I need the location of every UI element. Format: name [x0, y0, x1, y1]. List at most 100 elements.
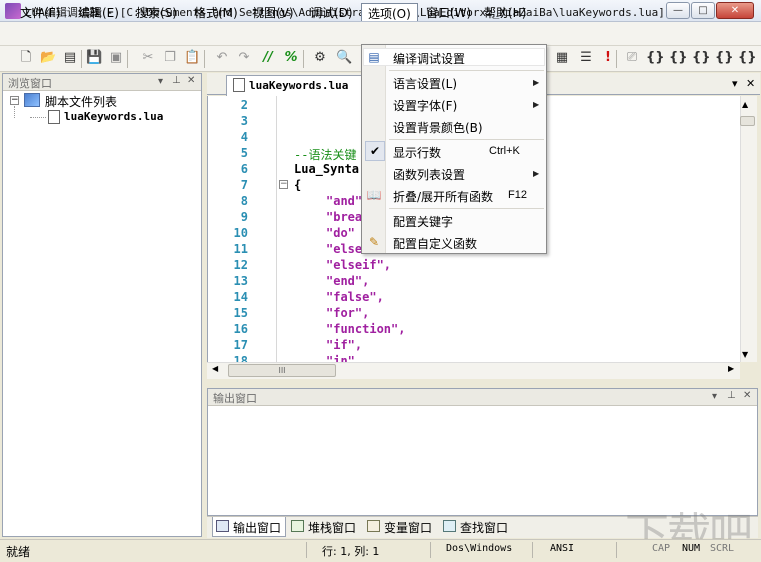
scroll-up-icon[interactable]: ▲: [742, 100, 748, 109]
menu-edit[interactable]: 编辑(E): [72, 3, 125, 21]
menu-background-color[interactable]: 设置背景颜色(B): [393, 119, 483, 136]
line-number: 3: [240, 114, 248, 128]
menu-configure-keywords[interactable]: 配置关键字: [393, 213, 453, 230]
menu-help[interactable]: 帮助(H): [478, 3, 532, 21]
scroll-right-icon[interactable]: ▶: [728, 364, 734, 373]
minimize-button[interactable]: —: [666, 2, 690, 19]
tree-collapse-icon[interactable]: −: [10, 96, 19, 105]
status-separator: [306, 542, 307, 558]
output-menu-icon[interactable]: ▾: [712, 391, 717, 402]
uncomment-icon[interactable]: %: [283, 50, 299, 66]
comment-icon[interactable]: //: [260, 50, 276, 66]
tab-close-icon[interactable]: ✕: [746, 77, 755, 90]
step-out-icon[interactable]: {}: [692, 50, 711, 66]
fold-icon[interactable]: ⎚: [624, 50, 640, 66]
menu-window[interactable]: 窗口(W): [420, 3, 477, 21]
cut-icon[interactable]: ✂: [140, 50, 156, 66]
menu-search[interactable]: 搜索(S): [130, 3, 183, 21]
browse-panel: 浏览窗口: [2, 73, 202, 537]
editor-tab[interactable]: luaKeywords.lua: [226, 75, 364, 96]
script-list-icon: [24, 93, 40, 107]
menu-view[interactable]: 视图(V): [246, 3, 300, 21]
submenu-arrow-icon: ▶: [533, 100, 540, 109]
step-into-icon[interactable]: {}: [646, 50, 665, 66]
code-string: "do": [326, 226, 355, 240]
pin-icon[interactable]: ⊥: [172, 75, 181, 86]
vertical-scrollbar[interactable]: [740, 96, 757, 362]
find-icon[interactable]: 🔍: [336, 50, 352, 66]
panel-close-icon[interactable]: ✕: [187, 75, 195, 86]
panel-menu-icon[interactable]: ▾: [158, 76, 163, 87]
line-number: 12: [233, 258, 248, 272]
save-all-icon[interactable]: ▣: [108, 50, 124, 66]
menu-fold-expand-all[interactable]: 折叠/展开所有函数: [393, 188, 493, 205]
menu-language-settings[interactable]: 语言设置(L): [393, 75, 457, 92]
fold-toggle-icon[interactable]: −: [279, 180, 288, 189]
copy-icon[interactable]: ❐: [162, 50, 178, 66]
status-encoding: ANSI: [550, 543, 575, 554]
menu-function-list-settings[interactable]: 函数列表设置: [393, 166, 465, 183]
shortcut-ctrl-k: Ctrl+K: [489, 145, 520, 157]
tree-root-label[interactable]: 脚本文件列表: [45, 93, 117, 110]
status-position: 行: 1, 列: 1: [322, 545, 380, 558]
status-bar: [0, 539, 761, 561]
pin-icon[interactable]: ⊥: [727, 390, 736, 401]
output-window-icon: [216, 520, 229, 532]
output-close-icon[interactable]: ✕: [743, 390, 751, 401]
undo-icon[interactable]: ↶: [214, 50, 230, 66]
code-string: "brea: [326, 210, 363, 224]
open-folder-icon[interactable]: 📂: [40, 50, 56, 66]
menu-show-line-numbers[interactable]: 显示行数: [393, 144, 441, 161]
new-file-icon[interactable]: 🗋: [18, 50, 34, 66]
scroll-down-icon[interactable]: ▼: [742, 350, 748, 359]
lua-file-icon: [233, 78, 245, 92]
maximize-button[interactable]: □: [691, 2, 715, 19]
scroll-left-icon[interactable]: ◀: [212, 364, 218, 373]
menu-debug[interactable]: 调试(D): [304, 3, 359, 21]
tree-file-item[interactable]: luaKeywords.lua: [64, 110, 163, 123]
menu-options[interactable]: 选项(O): [361, 3, 418, 21]
checkmark-icon: ✔: [369, 144, 381, 158]
line-number: 17: [233, 338, 248, 352]
breakpoint-icon[interactable]: !: [600, 50, 616, 66]
line-number: 8: [240, 194, 248, 208]
menu-configure-custom-functions[interactable]: 配置自定义函数: [393, 235, 477, 252]
submenu-arrow-icon: ▶: [533, 78, 540, 87]
tree-line: [14, 106, 15, 118]
variable-window-icon: [367, 520, 380, 532]
horizontal-scroll-thumb[interactable]: III: [228, 364, 336, 377]
code-identifier: Lua_Synta: [294, 162, 360, 176]
menu-separator: [389, 139, 544, 140]
line-number: 16: [233, 322, 248, 336]
redo-icon[interactable]: ↷: [236, 50, 252, 66]
menu-compile-debug-settings[interactable]: 编译调试设置: [393, 50, 465, 67]
debug-icon[interactable]: ⚙: [312, 50, 328, 66]
custom-function-icon: ✎: [368, 235, 380, 249]
step-icon[interactable]: ☰: [578, 50, 594, 66]
toggle-block-icon[interactable]: {}: [738, 50, 757, 66]
vertical-scroll-thumb[interactable]: [740, 116, 755, 126]
save-icon[interactable]: 💾: [86, 50, 102, 66]
paste-icon[interactable]: 📋: [184, 50, 200, 66]
toolbar-separator: [127, 50, 128, 68]
code-string: "if",: [326, 338, 363, 352]
function-list-icon[interactable]: {}: [715, 50, 734, 66]
output-panel-title: 输出窗口: [208, 389, 757, 406]
menu-separator: [389, 208, 544, 209]
status-scroll-lock: SCRL: [710, 543, 735, 554]
line-number: 9: [240, 210, 248, 224]
status-separator: [532, 542, 533, 558]
menu-font-settings[interactable]: 设置字体(F): [393, 97, 457, 114]
close-button[interactable]: ✕: [716, 2, 754, 19]
code-string: "elseif",: [326, 258, 392, 272]
line-number-gutter: 2 3 4 5 6 7 8 9 10 11 12 13 14 15 16 17 …: [208, 96, 254, 362]
tab-list-icon[interactable]: ▾: [732, 77, 738, 90]
menu-file[interactable]: 文件(F): [14, 3, 66, 21]
code-string: "in": [326, 354, 355, 362]
code-brace: {: [294, 178, 302, 192]
watch-icon[interactable]: ▦: [554, 50, 570, 66]
menu-format[interactable]: 格式(M): [188, 3, 244, 21]
step-over-icon[interactable]: {}: [669, 50, 688, 66]
status-separator: [430, 542, 431, 558]
open-project-icon[interactable]: ▤: [62, 50, 78, 66]
